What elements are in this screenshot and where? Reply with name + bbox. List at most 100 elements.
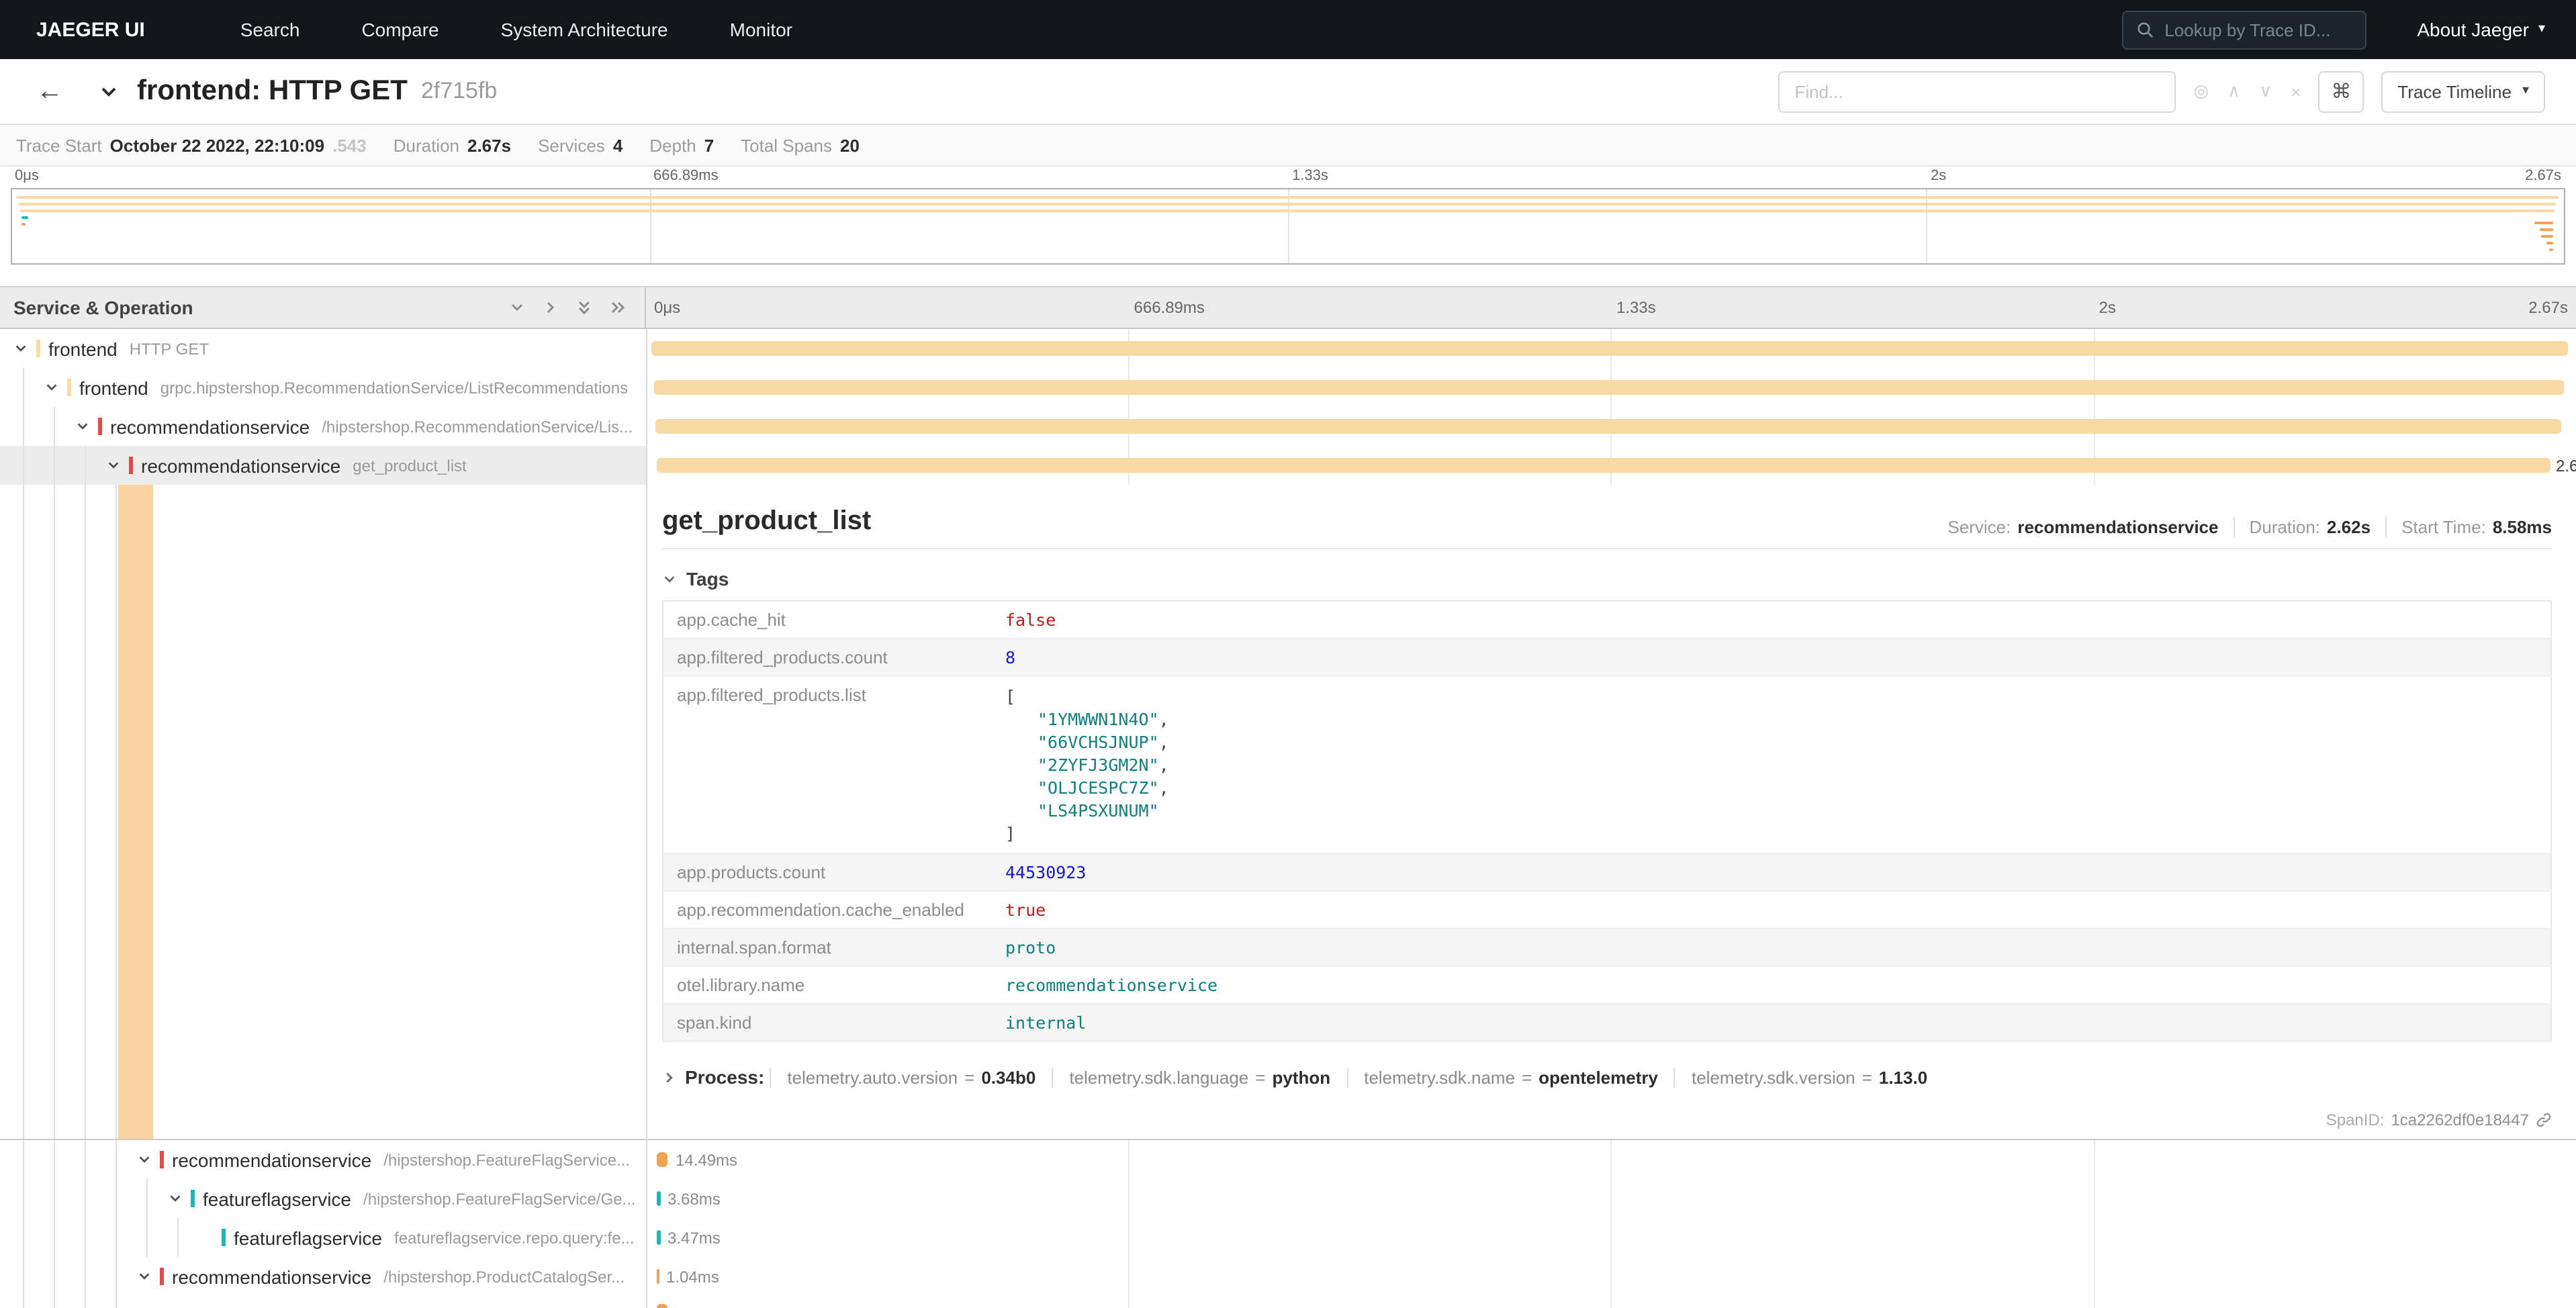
trace-id-search-box[interactable] — [2121, 10, 2366, 49]
service-name: frontend — [79, 377, 148, 398]
back-button[interactable]: ← — [36, 76, 63, 107]
deep-link-icon[interactable] — [2536, 1112, 2552, 1128]
span-detail-accent[interactable] — [118, 485, 153, 1139]
chevron-down-icon[interactable] — [168, 1191, 183, 1206]
trace-start-value: October 22 2022, 22:10:09 — [110, 135, 324, 155]
minimap-gridline — [650, 189, 651, 263]
span-bar[interactable] — [655, 419, 2561, 434]
operation-name: /hipstershop.FeatureFlagService... — [383, 1150, 630, 1169]
detail-duration-value: 2.62s — [2327, 517, 2371, 537]
span-bar[interactable] — [651, 341, 2568, 356]
about-jaeger-menu[interactable]: About Jaeger ▾ — [2417, 19, 2545, 40]
chevron-down-icon[interactable] — [137, 1152, 152, 1167]
nav-item-compare[interactable]: Compare — [330, 19, 469, 40]
service-name: recommendationservice — [172, 1266, 371, 1287]
span-row-featureflag-repo-query[interactable]: featureflagservice featureflagservice.re… — [0, 1218, 2576, 1257]
find-input[interactable] — [1778, 71, 2176, 112]
indent-guide — [85, 446, 86, 485]
trace-start-fraction: .543 — [332, 135, 367, 155]
nav-item-system-architecture[interactable]: System Architecture — [470, 19, 699, 40]
span-duration-label: 1.04ms — [666, 1268, 719, 1287]
minimap-tick: 1.33s — [1292, 168, 1328, 184]
tag-row: app.cache_hit false — [663, 601, 2551, 639]
span-id-value: 1ca2262df0e18447 — [2391, 1111, 2529, 1129]
timeline-tick: 1.33s — [1616, 298, 1656, 317]
nav-item-search[interactable]: Search — [210, 19, 331, 40]
indent-guide — [23, 1218, 24, 1257]
span-bar[interactable] — [657, 1230, 661, 1245]
chevron-down-icon[interactable]: ∨ — [2259, 81, 2272, 102]
chevron-down-icon[interactable] — [75, 419, 90, 434]
tag-key: app.cache_hit — [663, 601, 992, 639]
operation-name: featureflagservice.repo.query:fe... — [394, 1228, 635, 1247]
chevron-down-icon[interactable] — [44, 380, 59, 395]
chevron-down-icon: ▾ — [2538, 23, 2545, 36]
expand-one-icon[interactable] — [543, 299, 559, 316]
json-comma: , — [1159, 778, 1169, 798]
span-row-featureflagservice-get[interactable]: featureflagservice /hipstershop.FeatureF… — [0, 1179, 2576, 1218]
process-tag: telemetry.sdk.language = python — [1052, 1067, 1346, 1087]
json-string: "2ZYFJ3GM2N" — [1038, 755, 1159, 775]
service-color-chip — [160, 1268, 164, 1285]
clear-find-icon[interactable]: × — [2291, 81, 2301, 101]
indent-guide — [23, 1296, 24, 1308]
span-bar[interactable] — [657, 458, 2550, 473]
span-bar[interactable] — [654, 380, 2564, 395]
tag-value: 8 — [1005, 647, 1015, 667]
column-resizer[interactable] — [646, 329, 647, 1308]
indent-guide — [54, 1296, 55, 1308]
chevron-down-icon[interactable] — [13, 341, 28, 356]
trace-view-selector[interactable]: Trace Timeline ▾ — [2381, 71, 2545, 112]
process-tag-value: python — [1272, 1067, 1330, 1087]
chevron-down-icon — [662, 571, 677, 586]
tag-value: proto — [1005, 937, 1056, 957]
focus-result-icon[interactable]: ◎ — [2193, 81, 2209, 102]
indent-guide — [85, 1179, 86, 1218]
service-name: recommendationservice — [172, 1149, 371, 1170]
tags-table: app.cache_hit false app.filtered_product… — [662, 600, 2552, 1042]
collapse-one-icon[interactable] — [509, 299, 525, 316]
span-bar[interactable] — [657, 1191, 661, 1206]
service-color-chip — [98, 418, 102, 435]
span-name-cell: featureflagservice /hipstershop.FeatureF… — [0, 1179, 646, 1218]
keyboard-shortcuts-button[interactable]: ⌘ — [2318, 71, 2364, 112]
service-color-chip — [36, 340, 40, 357]
brand[interactable]: JAEGER UI — [36, 18, 145, 41]
tags-accordion-header[interactable]: Tags — [662, 568, 2552, 590]
equals-sign: = — [1522, 1067, 1532, 1087]
trace-id-search-input[interactable] — [2164, 19, 2351, 40]
tag-value: false — [1005, 610, 1056, 630]
service-color-chip — [160, 1151, 164, 1168]
span-row-productcatalog-call[interactable]: recommendationservice /hipstershop.Produ… — [0, 1257, 2576, 1296]
span-detail-panel: get_product_list Service: recommendation… — [0, 485, 2576, 1140]
span-id-label: SpanID: — [2326, 1111, 2385, 1129]
minimap-gridline — [1926, 189, 1927, 263]
service-name: recommendationservice — [110, 416, 310, 437]
chevron-down-icon[interactable] — [106, 458, 121, 473]
span-row-featureflag-call[interactable]: recommendationservice /hipstershop.Featu… — [0, 1140, 2576, 1179]
minimap-canvas[interactable] — [11, 188, 2565, 265]
span-bar[interactable] — [657, 1152, 668, 1167]
span-row-frontend-http-get[interactable]: frontend HTTP GET — [0, 329, 2576, 368]
chevron-down-icon[interactable] — [137, 1269, 152, 1284]
span-row-frontend-grpc[interactable]: frontend grpc.hipstershop.Recommendation… — [0, 368, 2576, 407]
json-string: "1YMWWN1N4O" — [1038, 709, 1159, 729]
collapse-all-icon[interactable] — [576, 299, 592, 316]
process-accordion-header[interactable]: Process: telemetry.auto.version = 0.34b0… — [662, 1066, 2552, 1088]
indent-guide — [54, 446, 55, 485]
trace-collapse-chevron-icon[interactable] — [98, 81, 120, 102]
services-value: 4 — [613, 135, 623, 155]
span-row-get-product-list[interactable]: recommendationservice get_product_list 2… — [0, 446, 2576, 485]
span-duration-label: 3.68ms — [668, 1190, 721, 1209]
span-bar[interactable] — [657, 1269, 659, 1284]
chevron-up-icon[interactable]: ∧ — [2227, 81, 2240, 102]
process-tag-value: 1.13.0 — [1879, 1067, 1927, 1087]
tag-value: internal — [1005, 1013, 1086, 1033]
json-string: "66VCHSJNUP" — [1038, 732, 1159, 752]
nav-item-monitor[interactable]: Monitor — [699, 19, 823, 40]
trace-title: frontend: HTTP GET — [137, 75, 408, 107]
indent-guide — [23, 368, 24, 407]
span-row-recommendation-list[interactable]: recommendationservice /hipstershop.Recom… — [0, 407, 2576, 446]
indent-guide — [23, 1140, 24, 1179]
expand-all-icon[interactable] — [610, 299, 626, 316]
